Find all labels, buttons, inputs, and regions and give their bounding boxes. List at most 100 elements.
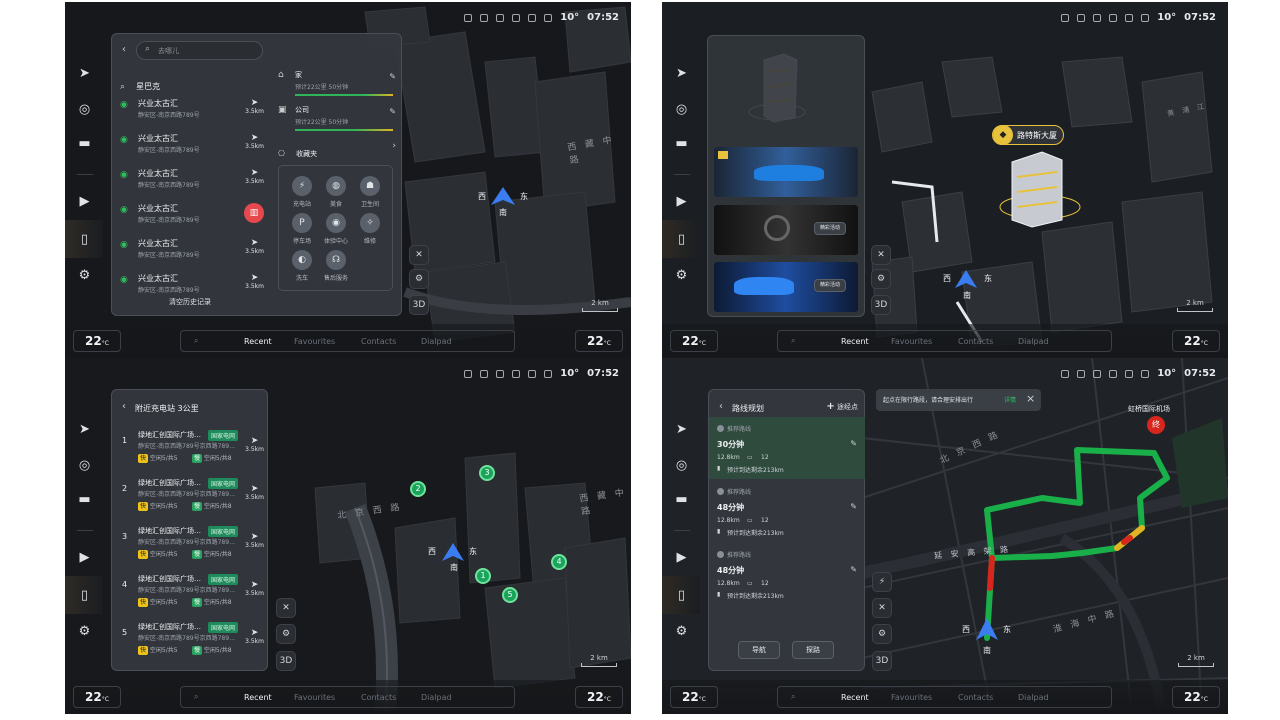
navigate-arrow-icon[interactable]: ➤	[251, 628, 259, 638]
tab-favourites[interactable]: Favourites	[891, 337, 932, 346]
navigate-arrow-icon[interactable]: ➤	[251, 98, 259, 108]
category-toilet[interactable]: ☗ 卫生间	[357, 176, 383, 208]
map-settings-button[interactable]: ⚙	[409, 269, 429, 289]
tab-favourites[interactable]: Favourites	[294, 337, 335, 346]
car-icon[interactable]: ▬	[77, 136, 92, 151]
end-marker[interactable]: 终	[1147, 416, 1165, 434]
tab-recent[interactable]: Recent	[244, 693, 272, 702]
tab-favourites[interactable]: Favourites	[891, 693, 932, 702]
result-item[interactable]: ◉ 兴业太古汇 静安区-南京西路789号 ➤ 3.5km	[112, 166, 268, 198]
tab-favourites[interactable]: Favourites	[294, 693, 335, 702]
passenger-temp-control[interactable]: 22°C	[575, 686, 623, 708]
back-chevron-icon[interactable]: ‹	[719, 401, 723, 412]
car-icon[interactable]: ▬	[674, 492, 689, 507]
tab-recent[interactable]: Recent	[841, 337, 869, 346]
alert-detail-link[interactable]: 详情	[1004, 395, 1016, 404]
car-icon[interactable]: ▬	[674, 136, 689, 151]
search-icon[interactable]: ⌕	[194, 692, 198, 702]
navigate-arrow-icon[interactable]: ➤	[251, 484, 259, 494]
station-item[interactable]: 5 绿地汇创国际广场… 国家电网 静安区-南京西路789号京西路789… 快 空…	[112, 620, 268, 664]
navigate-button[interactable]: 导航	[738, 641, 780, 659]
phone-icon[interactable]: ▯	[674, 232, 689, 247]
showcase-card[interactable]	[714, 147, 858, 197]
tab-dialpad[interactable]: Dialpad	[421, 693, 452, 702]
category-aftersales[interactable]: ☊ 售后服务	[323, 250, 349, 282]
clear-history-button[interactable]: 清空历史记录	[112, 297, 268, 307]
result-item[interactable]: ◉ 兴业太古汇 静安区-南京西路789号 ➤ 3.5km	[112, 131, 268, 163]
search-icon[interactable]: ⌕	[791, 692, 795, 702]
navigate-arrow-icon[interactable]: ➤	[251, 580, 259, 590]
showcase-card[interactable]: 精彩活动	[714, 262, 858, 312]
search-input[interactable]: ⌕ 去哪儿	[136, 41, 263, 60]
passenger-temp-control[interactable]: 22°C	[575, 330, 623, 352]
steering-wheel-icon[interactable]: ◎	[77, 102, 92, 117]
station-pin[interactable]: 2	[410, 481, 426, 497]
settings-gear-icon[interactable]: ⚙	[674, 268, 689, 283]
tab-dialpad[interactable]: Dialpad	[421, 337, 452, 346]
media-play-icon[interactable]: ▶	[77, 194, 92, 209]
event-button[interactable]: 精彩活动	[814, 279, 846, 292]
tab-dialpad[interactable]: Dialpad	[1018, 693, 1049, 702]
category-charging[interactable]: ⚡ 充电站	[289, 176, 315, 208]
map-settings-button[interactable]: ⚙	[276, 624, 296, 644]
category-carwash[interactable]: ◐ 洗车	[289, 250, 315, 282]
tab-contacts[interactable]: Contacts	[958, 693, 993, 702]
navigate-arrow-icon[interactable]: ➤	[251, 532, 259, 542]
map-settings-button[interactable]: ⚙	[871, 269, 891, 289]
3d-toggle-button[interactable]: 3D	[276, 651, 296, 671]
mute-voice-button[interactable]: ✕	[276, 598, 296, 618]
navigation-icon[interactable]: ➤	[674, 422, 689, 437]
navigate-arrow-icon[interactable]: ➤	[251, 168, 259, 178]
driver-temp-control[interactable]: 22°C	[670, 330, 718, 352]
result-item[interactable]: ◉ 兴业太古汇 静安区-南京西路789号 ➤ 3.5km	[112, 96, 268, 128]
navigation-icon[interactable]: ➤	[674, 66, 689, 81]
landmark-label[interactable]: ◆ 路特斯大厦	[992, 125, 1064, 145]
phone-icon[interactable]: ▯	[77, 588, 92, 603]
explore-route-button[interactable]: 探路	[792, 641, 834, 659]
back-chevron-icon[interactable]: ‹	[122, 44, 126, 55]
charging-filter-button[interactable]: ⚡	[872, 572, 892, 592]
driver-temp-control[interactable]: 22°C	[73, 686, 121, 708]
settings-gear-icon[interactable]: ⚙	[77, 268, 92, 283]
category-experience[interactable]: ◉ 体验中心	[323, 213, 349, 245]
navigation-icon[interactable]: ➤	[77, 422, 92, 437]
phone-icon[interactable]: ▯	[674, 588, 689, 603]
work-shortcut[interactable]: ▣ 公司 预计22公里 50分钟 ✎	[278, 105, 396, 137]
category-food[interactable]: ◍ 美食	[323, 176, 349, 208]
map-settings-button[interactable]: ⚙	[872, 624, 892, 644]
result-starbucks[interactable]: ⌕ 星巴克	[120, 74, 160, 93]
route-option[interactable]: 推荐路线 30分钟 ✎ 12.8km ▭ 12 ▮ 预计到达剩余213km	[709, 417, 865, 479]
edit-icon[interactable]: ✎	[389, 107, 396, 116]
delete-trash-icon[interactable]: ▥	[244, 203, 264, 223]
steering-wheel-icon[interactable]: ◎	[674, 458, 689, 473]
steering-wheel-icon[interactable]: ◎	[674, 102, 689, 117]
navigate-arrow-icon[interactable]: ➤	[251, 436, 259, 446]
settings-gear-icon[interactable]: ⚙	[77, 624, 92, 639]
media-play-icon[interactable]: ▶	[674, 550, 689, 565]
phone-icon[interactable]: ▯	[77, 232, 92, 247]
close-icon[interactable]: ×	[1026, 392, 1035, 405]
result-item[interactable]: ◉ 兴业太古汇 静安区-南京西路789号 ➤ 3.5km	[112, 236, 268, 268]
station-item[interactable]: 4 绿地汇创国际广场… 国家电网 静安区-南京西路789号京西路789… 快 空…	[112, 572, 268, 616]
station-pin[interactable]: 5	[502, 587, 518, 603]
passenger-temp-control[interactable]: 22°C	[1172, 686, 1220, 708]
3d-toggle-button[interactable]: 3D	[872, 651, 892, 671]
media-play-icon[interactable]: ▶	[77, 550, 92, 565]
result-item[interactable]: ◉ 兴业太古汇 静安区-南京西路789号 ▥	[112, 201, 268, 233]
tab-recent[interactable]: Recent	[244, 337, 272, 346]
media-play-icon[interactable]: ▶	[674, 194, 689, 209]
navigate-arrow-icon[interactable]: ➤	[251, 273, 259, 283]
station-item[interactable]: 2 绿地汇创国际广场… 国家电网 静安区-南京西路789号京西路789… 快 空…	[112, 476, 268, 520]
station-item[interactable]: 1 绿地汇创国际广场… 国家电网 静安区-南京西路789号京西路789… 快 空…	[112, 428, 268, 472]
station-pin[interactable]: 3	[479, 465, 495, 481]
passenger-temp-control[interactable]: 22°C	[1172, 330, 1220, 352]
driver-temp-control[interactable]: 22°C	[73, 330, 121, 352]
search-icon[interactable]: ⌕	[791, 336, 795, 346]
back-chevron-icon[interactable]: ‹	[122, 401, 126, 412]
tab-contacts[interactable]: Contacts	[958, 337, 993, 346]
tab-contacts[interactable]: Contacts	[361, 337, 396, 346]
settings-gear-icon[interactable]: ⚙	[674, 624, 689, 639]
route-option[interactable]: 推荐路线 48分钟 ✎ 12.8km ▭ 12 ▮ 预计到达剩余213km	[709, 543, 865, 605]
route-option[interactable]: 推荐路线 48分钟 ✎ 12.8km ▭ 12 ▮ 预计到达剩余213km	[709, 480, 865, 542]
navigate-arrow-icon[interactable]: ➤	[251, 133, 259, 143]
